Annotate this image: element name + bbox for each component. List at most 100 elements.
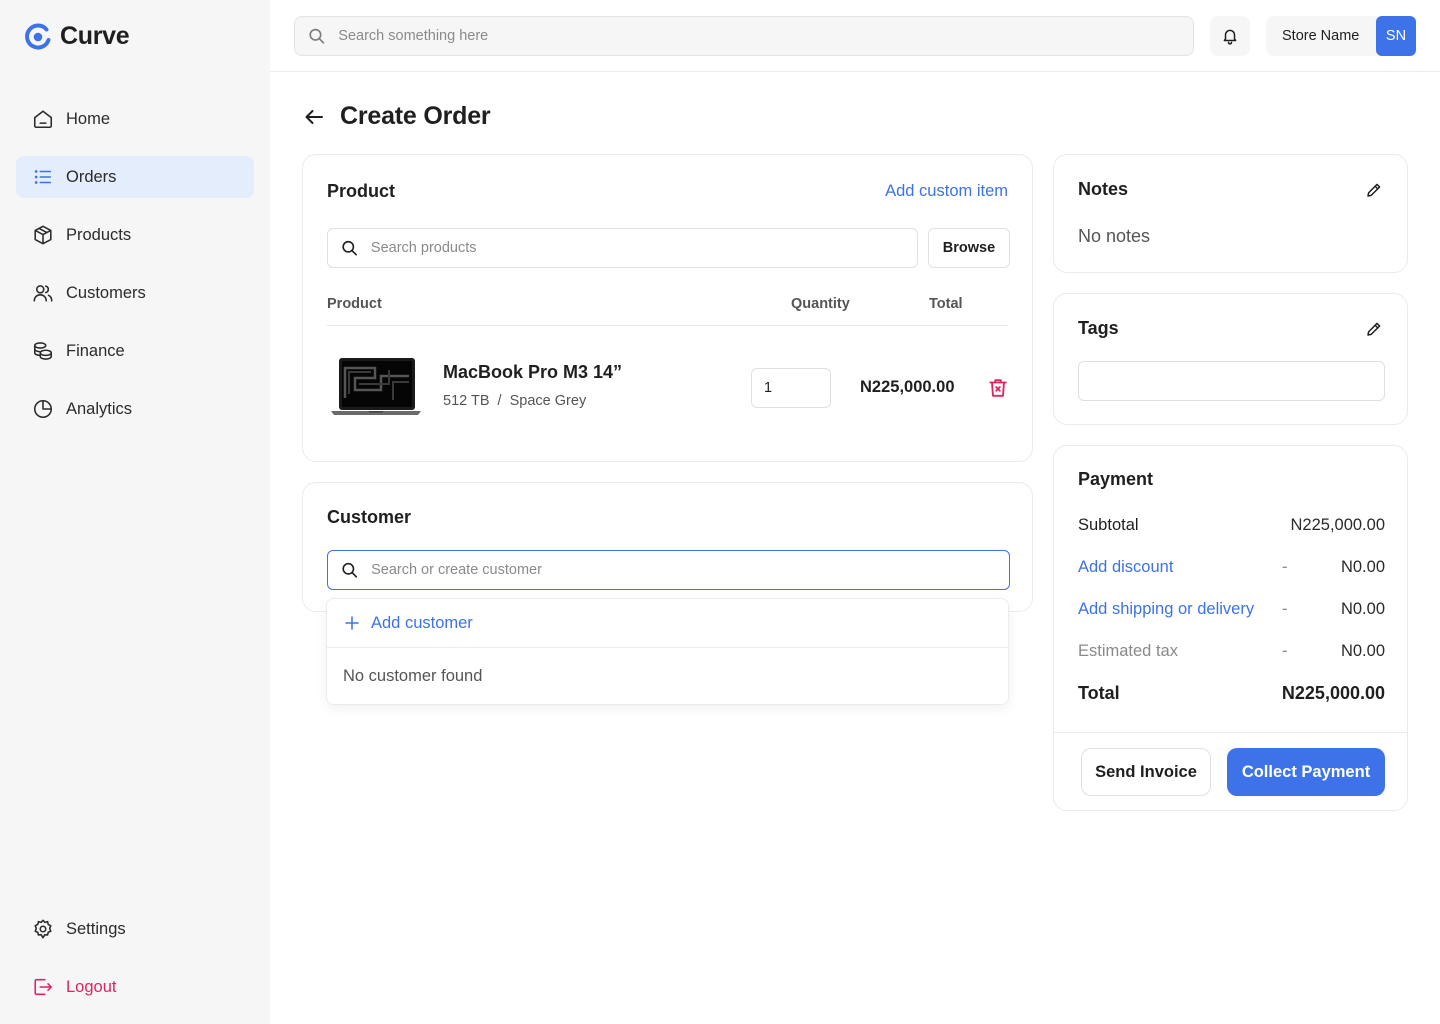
column-header-quantity: Quantity <box>791 296 850 312</box>
product-search-input[interactable] <box>370 240 917 256</box>
sidebar: Curve Home Orders Products Customers Fin… <box>0 0 270 1024</box>
tax-label: Estimated tax <box>1078 642 1178 660</box>
sidebar-item-label: Home <box>66 109 111 128</box>
subtotal-label: Subtotal <box>1078 516 1139 534</box>
sidebar-item-settings[interactable]: Settings <box>16 908 254 950</box>
tags-input[interactable] <box>1078 361 1385 401</box>
shipping-dash: - <box>1282 600 1288 618</box>
product-thumbnail <box>331 358 421 415</box>
sidebar-item-analytics[interactable]: Analytics <box>16 388 254 430</box>
gear-icon <box>34 919 52 939</box>
tax-dash: - <box>1282 642 1288 660</box>
global-search-input[interactable] <box>338 28 1193 44</box>
global-search[interactable] <box>294 16 1194 56</box>
payment-divider <box>1054 732 1407 733</box>
store-switcher[interactable]: Store Name SN <box>1266 16 1416 56</box>
discount-row: Add discount - N0.00 <box>1078 558 1385 580</box>
page-header: Create Order <box>302 102 491 131</box>
sidebar-item-orders[interactable]: Orders <box>16 156 254 198</box>
tags-title: Tags <box>1078 318 1119 338</box>
total-row: Total N225,000.00 <box>1078 683 1385 705</box>
notifications-button[interactable] <box>1210 16 1250 56</box>
sidebar-item-label: Customers <box>66 283 146 302</box>
browse-button[interactable]: Browse <box>928 228 1010 268</box>
sidebar-item-products[interactable]: Products <box>16 214 254 256</box>
product-card-header: Product Add custom item <box>327 181 1008 202</box>
pie-chart-icon <box>33 399 53 419</box>
edit-icon[interactable] <box>1365 181 1383 199</box>
sidebar-nav: Home Orders Products Customers Finance A… <box>16 98 254 446</box>
quantity-input[interactable]: 1 <box>751 368 831 408</box>
add-customer-label: Add customer <box>371 613 473 632</box>
sidebar-item-label: Logout <box>66 977 117 996</box>
logout-icon <box>34 978 53 996</box>
no-customer-message: No customer found <box>343 667 483 685</box>
home-icon <box>33 110 53 129</box>
sidebar-item-finance[interactable]: Finance <box>16 330 254 372</box>
coins-icon <box>33 342 53 360</box>
total-value: N225,000.00 <box>1281 683 1385 703</box>
store-name: Store Name <box>1282 28 1360 44</box>
add-discount-link[interactable]: Add discount <box>1078 558 1173 577</box>
customer-search[interactable] <box>327 550 1010 590</box>
product-card: Product Add custom item Browse Product Q… <box>302 154 1033 462</box>
customer-search-input[interactable] <box>371 562 1009 578</box>
search-icon <box>342 240 357 256</box>
list-icon <box>34 170 52 184</box>
line-total: N225,000.00 <box>860 378 955 396</box>
edit-icon[interactable] <box>1365 320 1383 338</box>
subtotal-row: Subtotal N225,000.00 <box>1078 516 1385 538</box>
customer-card: Customer <box>302 482 1033 612</box>
sidebar-item-label: Settings <box>66 919 126 938</box>
search-icon <box>309 28 325 44</box>
curve-logo-icon <box>25 23 51 50</box>
sidebar-item-home[interactable]: Home <box>16 98 254 140</box>
plus-icon <box>345 616 359 630</box>
payment-card: Payment Subtotal N225,000.00 Add discoun… <box>1053 445 1408 811</box>
column-header-product: Product <box>327 296 382 312</box>
delete-item-icon[interactable] <box>987 377 1009 399</box>
table-divider <box>327 325 1008 326</box>
tags-header: Tags <box>1078 318 1383 339</box>
discount-value: N0.00 <box>1340 558 1385 576</box>
search-icon <box>342 562 358 578</box>
add-custom-item-link[interactable]: Add custom item <box>885 182 1008 201</box>
total-label: Total <box>1078 683 1120 703</box>
sidebar-item-label: Products <box>66 225 132 244</box>
column-header-total: Total <box>929 296 963 312</box>
shipping-row: Add shipping or delivery - N0.00 <box>1078 600 1385 622</box>
product-card-title: Product <box>327 181 396 201</box>
sidebar-item-label: Analytics <box>66 399 133 418</box>
add-customer-option[interactable]: Add customer <box>327 599 1008 648</box>
product-name: MacBook Pro M3 14” <box>443 362 623 382</box>
app-name: Curve <box>60 22 130 50</box>
notes-value: No notes <box>1078 226 1151 246</box>
payment-title: Payment <box>1078 469 1154 489</box>
bell-icon <box>1223 29 1237 45</box>
send-invoice-button[interactable]: Send Invoice <box>1081 748 1211 796</box>
sidebar-item-label: Finance <box>66 341 125 360</box>
tax-row: Estimated tax - N0.00 <box>1078 642 1385 664</box>
customer-card-title: Customer <box>327 507 412 527</box>
collect-payment-button[interactable]: Collect Payment <box>1227 748 1385 796</box>
top-bar: Store Name SN <box>270 0 1440 72</box>
sidebar-item-label: Orders <box>66 167 117 186</box>
avatar: SN <box>1376 16 1416 56</box>
add-shipping-link[interactable]: Add shipping or delivery <box>1078 600 1254 619</box>
notes-title: Notes <box>1078 179 1129 199</box>
product-search[interactable] <box>327 228 918 268</box>
tax-value: N0.00 <box>1340 642 1385 660</box>
logo[interactable]: Curve <box>24 22 130 51</box>
discount-dash: - <box>1282 558 1288 576</box>
sidebar-bottom-nav: Settings Logout <box>16 908 254 1024</box>
notes-header: Notes <box>1078 179 1383 200</box>
shipping-value: N0.00 <box>1340 600 1385 618</box>
product-variant: 512 TB / Space Grey <box>443 393 587 409</box>
page-title: Create Order <box>340 102 491 130</box>
back-arrow-icon[interactable] <box>302 105 326 129</box>
sidebar-item-customers[interactable]: Customers <box>16 272 254 314</box>
tags-card: Tags <box>1053 293 1408 425</box>
users-icon <box>33 285 53 302</box>
sidebar-item-logout[interactable]: Logout <box>16 966 254 1008</box>
box-icon <box>34 225 52 245</box>
